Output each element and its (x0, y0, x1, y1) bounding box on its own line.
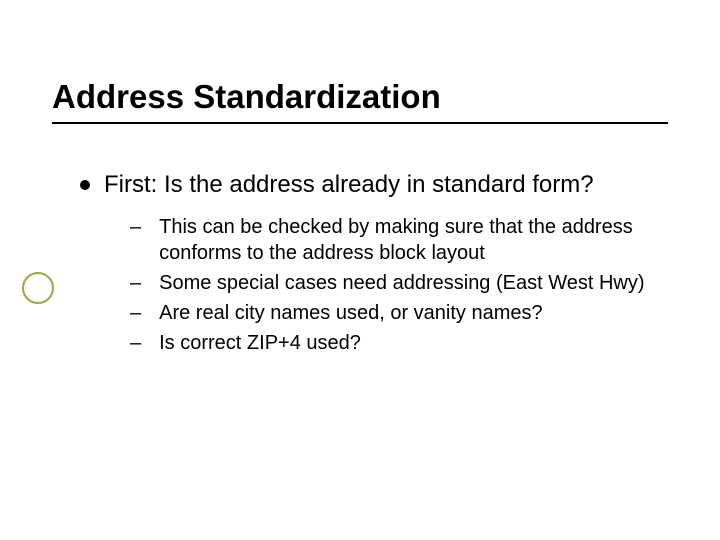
list-item: – Is correct ZIP+4 used? (130, 330, 668, 356)
list-item: – Are real city names used, or vanity na… (130, 300, 668, 326)
accent-circle-icon (22, 272, 54, 304)
title-underline (52, 122, 668, 124)
slide-title: Address Standardization (52, 78, 668, 116)
sub-list: – This can be checked by making sure tha… (130, 214, 668, 356)
list-item: First: Is the address already in standar… (80, 170, 668, 200)
dash-icon: – (130, 270, 141, 296)
main-point-text: First: Is the address already in standar… (104, 170, 594, 200)
list-item: – Some special cases need addressing (Ea… (130, 270, 668, 296)
dash-icon: – (130, 330, 141, 356)
sub-point-text: Some special cases need addressing (East… (159, 270, 644, 296)
bullet-icon (80, 180, 90, 190)
slide: Address Standardization First: Is the ad… (0, 0, 720, 540)
title-block: Address Standardization (52, 78, 668, 124)
sub-point-text: Is correct ZIP+4 used? (159, 330, 361, 356)
dash-icon: – (130, 300, 141, 326)
list-item: – This can be checked by making sure tha… (130, 214, 668, 266)
sub-point-text: Are real city names used, or vanity name… (159, 300, 543, 326)
sub-point-text: This can be checked by making sure that … (159, 214, 668, 266)
dash-icon: – (130, 214, 141, 240)
slide-body: First: Is the address already in standar… (80, 170, 668, 360)
